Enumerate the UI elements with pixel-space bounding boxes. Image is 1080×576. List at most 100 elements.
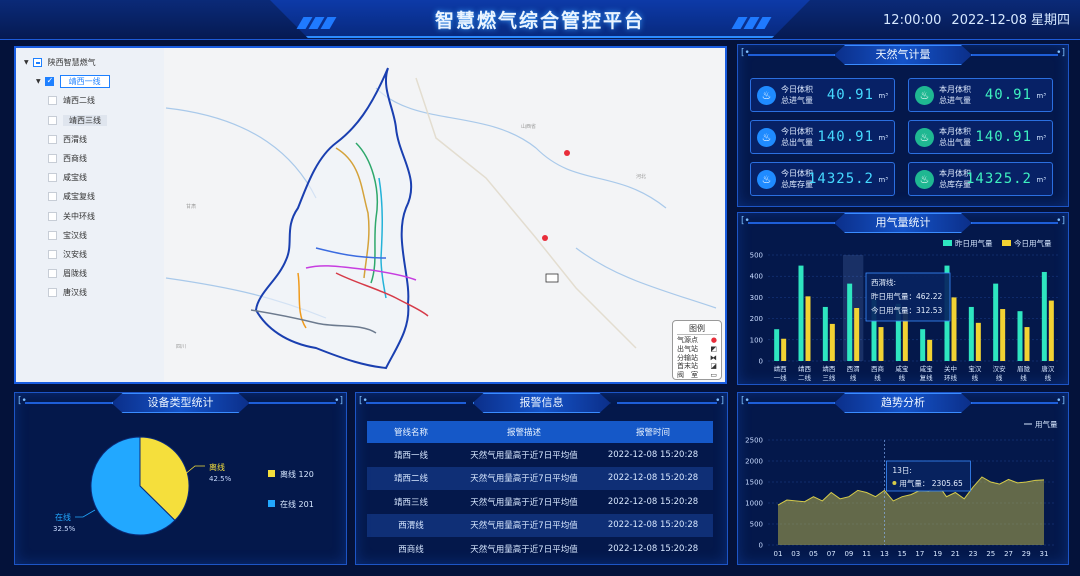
cell-desc: 天然气用量高于近7日平均值 (455, 513, 593, 537)
alarm-table-header: 管线名称 报警描述 报警时间 (367, 421, 713, 443)
usage-bar-chart[interactable]: 0100200300400500靖西一线靖西二线靖西三线西渭线西商线咸宝线咸宝复… (738, 213, 1070, 386)
corner-icon: [• (359, 396, 368, 406)
tree-item-guanzhong[interactable]: 关中环线 (16, 207, 164, 226)
gas-card-unit: m³ (878, 134, 888, 142)
table-row[interactable]: 靖西三线 天然气用量高于近7日平均值 2022-12-08 15:20:28 (367, 490, 713, 514)
x-tick-label: 09 (844, 550, 853, 558)
flame-icon: ♨ (757, 170, 776, 189)
pipeline-tree: ▼陕西智慧燃气 ▼靖西一线 靖西二线 靖西三线 西渭线 西商线 咸宝线 咸宝复线… (16, 48, 164, 382)
x-tick-label: 二线 (798, 373, 812, 382)
bar-today (1024, 327, 1030, 361)
x-tick-label: 01 (774, 550, 783, 558)
cell-desc: 天然气用量高于近7日平均值 (470, 497, 578, 508)
x-tick-label: 05 (809, 550, 818, 558)
tree-item-hanan[interactable]: 汉安线 (16, 245, 164, 264)
gas-card-label-line1: 本月体积 (939, 85, 971, 94)
tree-item-jingxi-1[interactable]: ▼靖西一线 (16, 72, 164, 91)
col-header: 管线名称 (367, 421, 455, 443)
x-tick-label: 11 (862, 550, 871, 558)
y-tick-label: 0 (759, 358, 763, 366)
swatch (268, 500, 275, 507)
trend-panel: [• •] 趋势分析 0 500 1000 1500 2000 2500 01 03 05 07 0… (737, 392, 1069, 565)
bar-today (951, 297, 957, 361)
tree-item-checkbox[interactable] (48, 288, 57, 298)
gas-card-today-out: ♨ 今日体积 总出气量 140.91 m³ (750, 120, 895, 154)
cell-line: 靖西二线 (367, 466, 455, 490)
tree-item-label: 咸宝复线 (63, 192, 95, 202)
trend-area-chart[interactable]: 0 500 1000 1500 2000 2500 01 03 05 07 09 11 13 15 17 19… (738, 393, 1070, 566)
tree-item-baohan[interactable]: 宝汉线 (16, 226, 164, 245)
tree-item-checkbox[interactable] (48, 115, 57, 125)
panel-rule-right (617, 402, 717, 404)
x-tick-label: 一线 (774, 373, 788, 382)
bar-yesterday (847, 283, 853, 361)
flame-icon: ♨ (757, 128, 776, 147)
map-legend: 图例 气源点 ● 出气站 ◩ 分输站 ⧓ 首末站 ◪ 阀 室 ▭ (672, 320, 722, 380)
legend-swatch-yesterday (943, 240, 952, 246)
gas-card-month-in: ♨ 本月体积 总进气量 40.91 m³ (908, 78, 1053, 112)
tree-item-checkbox[interactable] (48, 211, 57, 221)
bar-yesterday (798, 265, 804, 361)
tree-item-checkbox[interactable] (48, 134, 57, 144)
tree-item-checkbox[interactable] (48, 154, 57, 164)
x-tick-label: 线 (899, 373, 906, 382)
tree-item-xianbao-fu[interactable]: 咸宝复线 (16, 187, 164, 206)
panel-rule-left (366, 402, 466, 404)
tree-item-jingxi-2[interactable]: 靖西二线 (16, 91, 164, 110)
alarm-title: 报警信息 (472, 393, 611, 413)
tree-item-meilong[interactable]: 眉陇线 (16, 264, 164, 283)
tree-item-checkbox[interactable] (48, 96, 57, 106)
clock-weekday: 星期四 (1030, 13, 1070, 28)
tooltip-title: 13日: (892, 466, 912, 475)
cell-time: 2022-12-08 15:20:28 (607, 543, 699, 554)
tree-item-xiwei[interactable]: 西渭线 (16, 130, 164, 149)
tree-item-checkbox[interactable] (44, 76, 54, 87)
tree-item-jingxi-3[interactable]: 靖西三线 (16, 111, 164, 130)
tree-item-xianbao[interactable]: 咸宝线 (16, 168, 164, 187)
svg-text:四川: 四川 (176, 344, 186, 350)
tree-item-label: 靖西二线 (63, 96, 95, 106)
legend-item-outlet: 出气站 ◩ (677, 345, 717, 354)
clock-date: 2022-12-08 (951, 13, 1027, 28)
x-tick-label: 线 (1045, 373, 1052, 382)
tooltip-row: 今日用气量：312.53 (871, 305, 942, 315)
gas-card-label-line2: 总进气量 (781, 96, 813, 105)
tree-item-label: 宝汉线 (63, 230, 87, 240)
gas-card-label: 本月体积 总进气量 (939, 84, 971, 106)
gas-card-unit: m³ (1036, 176, 1046, 184)
x-tick-label: 西商 (871, 364, 885, 373)
flame-icon: ♨ (757, 86, 776, 105)
bar-today (805, 296, 811, 361)
gas-card-value: 140.91 (817, 129, 874, 145)
corner-icon: [• (741, 48, 750, 58)
tree-root-checkbox[interactable] (32, 58, 42, 68)
tree-root[interactable]: ▼ 陕西智慧燃气 (16, 53, 164, 72)
legend-label: 今日用气量 (1014, 238, 1052, 248)
table-row[interactable]: 西商线 天然气用量高于近7日平均值 2022-12-08 15:20:28 (367, 537, 713, 561)
gis-map[interactable]: 山西省 河北 甘肃 四川 ▼陕西智慧燃气 ▼靖西一线 靖西二线 靖西三线 西渭线… (14, 46, 727, 384)
cell-desc: 天然气用量高于近7日平均值 (455, 466, 593, 490)
x-tick-label: 19 (933, 550, 942, 558)
usage-panel: [• •] 用气量统计 0 100 200 300 400 500 靖西 一线 靖西 二线 靖西 三线… (737, 212, 1069, 385)
legend-item-valve: 阀 室 ▭ (677, 371, 717, 380)
tree-item-checkbox[interactable] (48, 230, 57, 240)
gas-card-unit: m³ (878, 92, 888, 100)
legend-swatch-today (1002, 240, 1011, 246)
tree-item-checkbox[interactable] (48, 249, 57, 259)
pie-legend-label: 离线 120 (280, 470, 314, 479)
y-tick-label: 0 (759, 542, 763, 550)
tree-item-label: 汉安线 (63, 249, 87, 259)
tree-item-label: 靖西一线 (59, 75, 110, 89)
table-row[interactable]: 西渭线 天然气用量高于近7日平均值 2022-12-08 15:20:28 (367, 513, 713, 537)
tree-item-tanghan[interactable]: 唐汉线 (16, 283, 164, 302)
table-row[interactable]: 靖西二线 天然气用量高于近7日平均值 2022-12-08 15:20:28 (367, 466, 713, 490)
legend-item-label: 气源点 (677, 336, 698, 344)
tree-item-checkbox[interactable] (48, 192, 57, 202)
tree-item-checkbox[interactable] (48, 269, 57, 279)
gas-card-today-stock: ♨ 今日体积 总库存量 14325.2 m³ (750, 162, 895, 196)
table-row[interactable]: 靖西一线 天然气用量高于近7日平均值 2022-12-08 15:20:28 (367, 443, 713, 467)
tree-item-xishang[interactable]: 西商线 (16, 149, 164, 168)
tree-item-checkbox[interactable] (48, 173, 57, 183)
legend-label: 昨日用气量 (955, 238, 993, 248)
gas-metering-title: 天然气计量 (834, 45, 972, 65)
